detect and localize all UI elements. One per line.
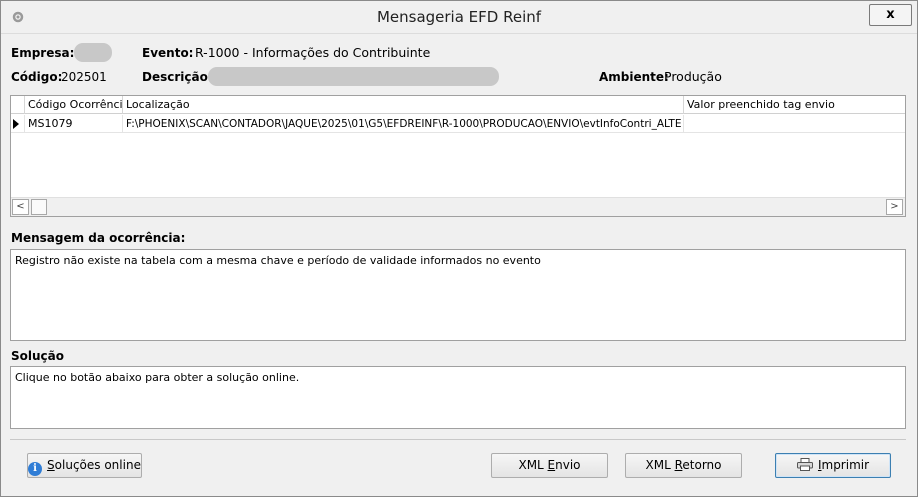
window-title: Mensageria EFD Reinf [376, 8, 542, 26]
horizontal-scrollbar[interactable]: < > [11, 197, 905, 216]
main-window: Mensageria EFD Reinf x Empresa: Evento: … [0, 0, 918, 497]
title-bar[interactable]: Mensageria EFD Reinf x [1, 1, 917, 34]
table-row[interactable]: MS1079 F:\PHOENIX\SCAN\CONTADOR\JAQUE\20… [11, 115, 905, 133]
xml-retorno-button[interactable]: XML Retorno [625, 453, 742, 478]
mensagem-title: Mensagem da ocorrência: [11, 231, 186, 245]
close-button[interactable]: x [869, 4, 912, 26]
grid-header: Código Ocorrência Localização Valor pree… [11, 96, 905, 114]
cell-valor[interactable] [684, 115, 905, 133]
row-pointer-icon [13, 119, 19, 129]
column-header-codigo[interactable]: Código Ocorrência [25, 96, 123, 114]
codigo-label: Código: [11, 70, 63, 84]
ambiente-value: Produção [664, 69, 722, 84]
info-icon: i [28, 462, 43, 476]
empresa-label: Empresa: [11, 46, 75, 60]
solucao-text: Clique no botão abaixo para obter a solu… [15, 371, 300, 384]
ambiente-label: Ambiente: [599, 70, 669, 84]
occurrence-grid[interactable]: Código Ocorrência Localização Valor pree… [10, 95, 906, 217]
mensagem-textbox[interactable]: Registro não existe na tabela com a mesm… [10, 249, 906, 341]
scroll-thumb[interactable] [31, 199, 47, 215]
empresa-value-redacted [74, 43, 112, 62]
mensagem-text: Registro não existe na tabela com a mesm… [15, 254, 541, 267]
row-indicator-header [11, 96, 25, 114]
scroll-left-icon[interactable]: < [12, 199, 29, 215]
button-bar: i Soluções online XML Envio XML Retorno I… [10, 439, 906, 489]
solucoes-online-button[interactable]: i Soluções online [27, 453, 142, 478]
codigo-value: 202501 [61, 70, 107, 84]
column-header-valor[interactable]: Valor preenchido tag envio [684, 96, 905, 114]
row-indicator [11, 115, 25, 133]
evento-value: R-1000 - Informações do Contribuinte [195, 45, 431, 60]
descricao-value-redacted [208, 67, 499, 86]
column-header-localizacao[interactable]: Localização [123, 96, 684, 114]
cell-localizacao[interactable]: F:\PHOENIX\SCAN\CONTADOR\JAQUE\2025\01\G… [123, 115, 684, 133]
evento-label: Evento: [142, 46, 194, 60]
xml-envio-button[interactable]: XML Envio [491, 453, 608, 478]
descricao-label: Descrição: [142, 70, 213, 84]
printer-icon [796, 458, 813, 471]
cell-codigo[interactable]: MS1079 [25, 115, 123, 133]
imprimir-button[interactable]: Imprimir [775, 453, 891, 478]
solucao-title: Solução [11, 349, 64, 363]
scroll-right-icon[interactable]: > [886, 199, 903, 215]
solucao-textbox[interactable]: Clique no botão abaixo para obter a solu… [10, 366, 906, 429]
